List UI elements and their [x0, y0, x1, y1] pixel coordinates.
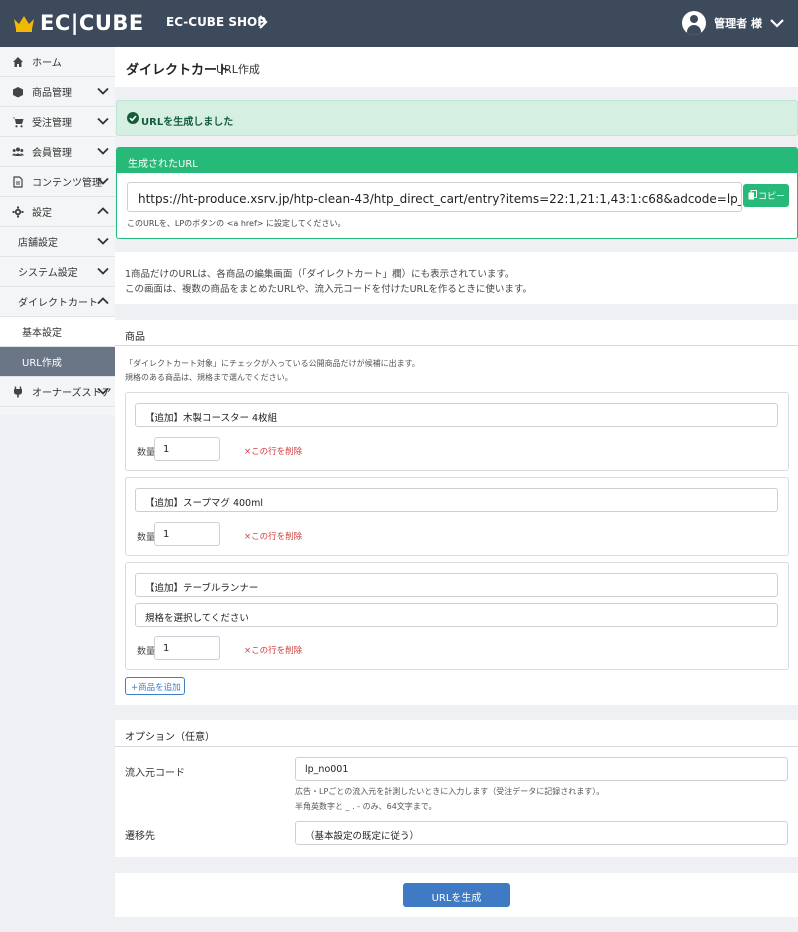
source-code-input[interactable]: lp_no001: [295, 757, 788, 781]
quantity-input[interactable]: 1: [154, 437, 220, 461]
generated-url-heading: 生成されたURL: [117, 148, 797, 173]
product-select[interactable]: 【追加】テーブルランナー: [135, 573, 778, 597]
sidebar-item-label: 会員管理: [32, 148, 72, 159]
products-hint-2: 規格のある商品は、規格まで選んでください。: [125, 373, 293, 382]
shop-name-link[interactable]: EC-CUBE SHOP: [166, 15, 266, 29]
copy-button[interactable]: コピー: [743, 184, 789, 207]
quantity-label: 数量: [137, 647, 156, 657]
chevron-down-icon: [97, 387, 109, 395]
user-menu[interactable]: 管理者 様: [682, 11, 784, 35]
generated-url-note: このURLを、LPのボタンの <a href> に設定してください。: [127, 219, 346, 228]
sidebar-item-label: システム設定: [18, 268, 78, 279]
source-code-help-2: 半角英数字と _ . - のみ、64文字まで。: [295, 802, 437, 811]
generated-url-field[interactable]: https://ht-produce.xsrv.jp/htp-clean-43/…: [127, 182, 742, 212]
sidebar-item-shop-settings[interactable]: 店舗設定: [0, 227, 115, 257]
gear-icon: [12, 206, 24, 217]
sidebar-item-basic-settings[interactable]: 基本設定: [0, 317, 115, 347]
sidebar-item-members[interactable]: 会員管理: [0, 137, 115, 167]
sidebar: ホーム 商品管理 受注管理 会員管理 コンテンツ管理 設定 店舗設定 システム設…: [0, 47, 115, 415]
submit-card: URLを生成: [115, 873, 798, 917]
page-subtitle: URL作成: [216, 63, 260, 76]
chevron-down-icon: [97, 237, 109, 245]
chevron-down-icon: [97, 87, 109, 95]
sidebar-item-label: 商品管理: [32, 88, 72, 99]
options-heading: オプション（任意）: [115, 720, 798, 747]
check-circle-icon: [127, 112, 139, 124]
generate-url-button[interactable]: URLを生成: [403, 883, 510, 907]
user-name: 管理者 様: [714, 17, 762, 30]
chevron-up-icon: [97, 297, 109, 305]
file-icon: [13, 175, 23, 188]
chevron-down-icon: [97, 177, 109, 185]
top-header: EC|CUBE EC-CUBE SHOP 管理者 様: [0, 0, 798, 47]
quantity-label: 数量: [137, 533, 156, 543]
copy-button-label: コピー: [758, 192, 786, 202]
chevron-down-icon: [97, 147, 109, 155]
sidebar-item-home[interactable]: ホーム: [0, 47, 115, 77]
sidebar-item-products[interactable]: 商品管理: [0, 77, 115, 107]
users-icon: [12, 147, 24, 156]
products-card: 商品 「ダイレクトカート対象」にチェックが入っている公開商品だけが候補に出ます。…: [115, 320, 798, 705]
info-line-1: 1商品だけのURLは、各商品の編集画面（「ダイレクトカート」欄）にも表示されてい…: [125, 269, 515, 280]
quantity-input[interactable]: 1: [154, 522, 220, 546]
logo-text: EC|CUBE: [40, 11, 144, 35]
variant-select[interactable]: 規格を選択してください: [135, 603, 778, 627]
delete-row-link[interactable]: ×この行を削除: [244, 644, 302, 656]
home-icon: [13, 56, 23, 67]
crown-icon: [14, 16, 34, 32]
delete-row-link[interactable]: ×この行を削除: [244, 445, 302, 457]
sidebar-item-orders[interactable]: 受注管理: [0, 107, 115, 137]
quantity-label: 数量: [137, 448, 156, 458]
product-select[interactable]: 【追加】スープマグ 400ml: [135, 488, 778, 512]
sidebar-item-direct-cart[interactable]: ダイレクトカート: [0, 287, 115, 317]
product-row: 【追加】スープマグ 400ml 数量 1 ×この行を削除: [125, 477, 789, 556]
copy-icon: [748, 190, 757, 200]
product-row: 【追加】テーブルランナー 規格を選択してください 数量 1 ×この行を削除: [125, 562, 789, 670]
products-hint-1: 「ダイレクトカート対象」にチェックが入っている公開商品だけが候補に出ます。: [125, 359, 420, 368]
page-header: ダイレクトカート URL作成: [115, 47, 798, 87]
success-alert: URLを生成しました: [116, 100, 798, 136]
quantity-input[interactable]: 1: [154, 636, 220, 660]
source-code-help-1: 広告・LPごとの流入元を計測したいときに入力します（受注データに記録されます）。: [295, 787, 605, 796]
sidebar-item-label: ダイレクトカート: [18, 298, 98, 309]
products-heading: 商品: [115, 320, 798, 346]
source-code-label: 流入元コード: [125, 768, 185, 779]
generated-url-card: 生成されたURL https://ht-produce.xsrv.jp/htp-…: [116, 147, 798, 239]
chevron-down-icon: [97, 117, 109, 125]
alert-message: URLを生成しました: [141, 117, 234, 128]
chevron-up-icon: [97, 207, 109, 215]
sidebar-item-label: 店舗設定: [18, 238, 58, 249]
info-card: 1商品だけのURLは、各商品の編集画面（「ダイレクトカート」欄）にも表示されてい…: [115, 252, 798, 304]
add-product-button[interactable]: +商品を追加: [125, 677, 185, 695]
delete-row-link[interactable]: ×この行を削除: [244, 530, 302, 542]
destination-select[interactable]: （基本設定の既定に従う）: [295, 821, 788, 845]
avatar-icon: [682, 11, 707, 35]
page-title: ダイレクトカート: [126, 63, 231, 78]
sidebar-item-contents[interactable]: コンテンツ管理: [0, 167, 115, 197]
sidebar-item-label: URL作成: [22, 358, 62, 369]
cart-icon: [12, 117, 24, 127]
sidebar-item-owners-store[interactable]: オーナーズストア: [0, 377, 115, 407]
sidebar-item-label: 設定: [32, 208, 52, 219]
sidebar-item-cut-off[interactable]: [0, 407, 115, 415]
sidebar-item-settings[interactable]: 設定: [0, 197, 115, 227]
sidebar-item-label: ホーム: [32, 58, 62, 69]
product-select[interactable]: 【追加】木製コースター 4枚組: [135, 403, 778, 427]
ec-cube-logo[interactable]: EC|CUBE: [12, 10, 144, 36]
sidebar-item-label: 受注管理: [32, 118, 72, 129]
destination-label: 遷移先: [125, 831, 155, 842]
options-card: オプション（任意） 流入元コード lp_no001 広告・LPごとの流入元を計測…: [115, 720, 798, 857]
sidebar-item-system-settings[interactable]: システム設定: [0, 257, 115, 287]
chevron-down-icon: [770, 19, 784, 28]
chevron-right-icon[interactable]: [258, 14, 268, 30]
sidebar-item-url-create[interactable]: URL作成: [0, 347, 115, 377]
chevron-down-icon: [97, 267, 109, 275]
box-icon: [13, 86, 23, 97]
product-row: 【追加】木製コースター 4枚組 数量 1 ×この行を削除: [125, 392, 789, 471]
plug-icon: [14, 386, 22, 397]
info-line-2: この画面は、複数の商品をまとめたURLや、流入元コードを付けたURLを作るときに…: [125, 284, 532, 295]
sidebar-item-label: 基本設定: [22, 328, 62, 339]
sidebar-item-label: コンテンツ管理: [32, 178, 102, 189]
